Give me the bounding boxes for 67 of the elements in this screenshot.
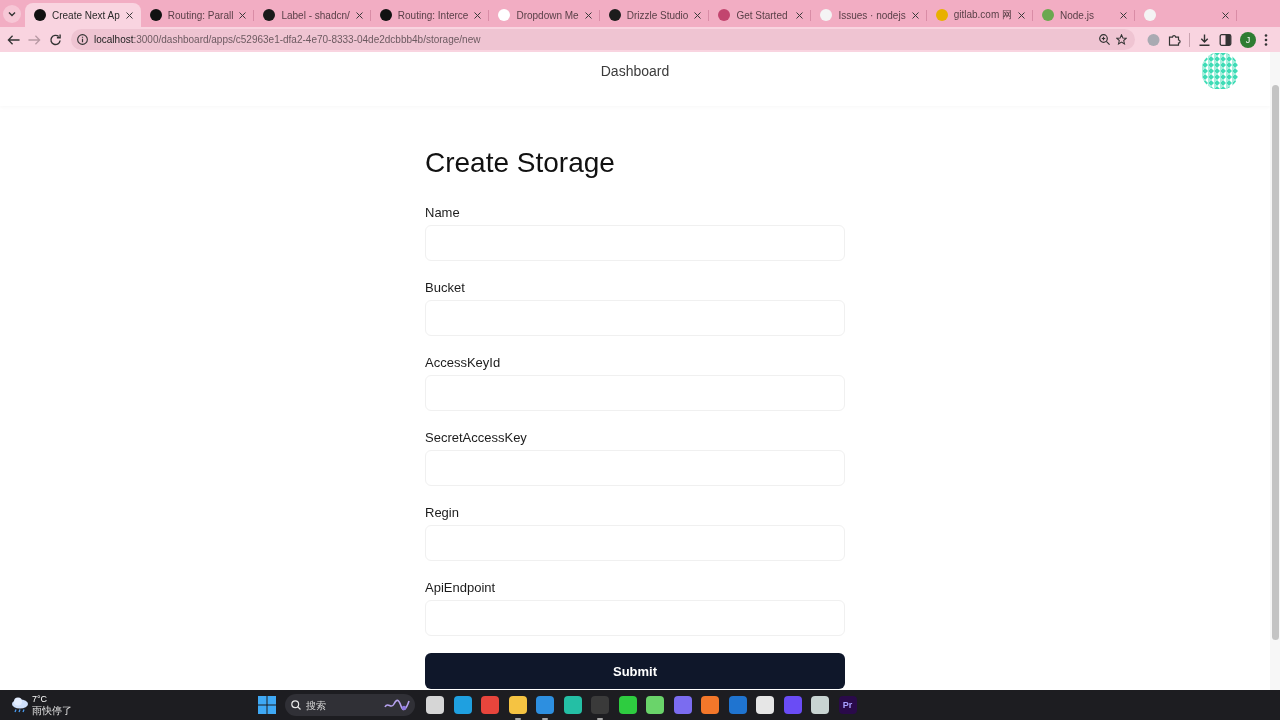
windows-start-icon[interactable] (258, 696, 276, 714)
app-tile-icon[interactable] (673, 696, 692, 714)
app-tile-icon[interactable] (811, 696, 829, 714)
close-icon[interactable] (911, 11, 919, 19)
app-tile-icon[interactable] (426, 696, 444, 714)
field-label: Regin (425, 504, 459, 522)
app-tile-icon[interactable] (783, 696, 802, 714)
more-menu-icon[interactable] (1264, 33, 1268, 46)
browser-tab[interactable]: Drizzle Studio (599, 3, 710, 27)
submit-button[interactable]: Submit (425, 653, 845, 689)
app-tile-icon[interactable] (481, 696, 499, 714)
app-tile-icon[interactable] (618, 696, 637, 714)
field-label: Name (425, 204, 460, 222)
app-tile-icon[interactable] (536, 696, 554, 714)
tab-search-icon[interactable] (3, 5, 21, 23)
reload-icon[interactable] (49, 33, 62, 46)
close-icon[interactable] (239, 11, 247, 19)
header-title: Dashboard (600, 63, 670, 79)
browser-tab[interactable]: Issues · nodejs (811, 3, 927, 27)
close-icon[interactable] (796, 11, 804, 19)
zoom-icon[interactable] (1099, 34, 1110, 45)
app-tile-icon[interactable] (591, 696, 609, 714)
browser-tab[interactable]: Node.js (1033, 3, 1135, 27)
page-title: Create Storage (425, 146, 616, 180)
app-tile-icon[interactable] (508, 696, 527, 714)
address-bar[interactable]: localhost:3000/dashboard/apps/c52963e1-dfa2-4e70-8333-04de2dcbbb4b/storage/new (71, 29, 1135, 50)
field-label: AccessKeyId (425, 354, 501, 372)
scrollbar-thumb[interactable] (1271, 85, 1279, 640)
browser-tab[interactable]: Routing: Interce (370, 3, 490, 27)
download-icon[interactable] (1198, 33, 1211, 46)
taskbar-app-button[interactable]: Pr (838, 696, 857, 714)
browser-tab[interactable]: Get Started (709, 3, 812, 27)
browser-tab[interactable]: Routing: Parall (140, 3, 255, 27)
app-tile-icon[interactable] (563, 696, 582, 714)
app-tile-icon[interactable] (453, 696, 472, 714)
search-field[interactable]: 搜索 (285, 694, 415, 716)
app-tile-icon[interactable] (701, 696, 719, 714)
browser-tab[interactable]: Dropdown Me (489, 3, 600, 27)
close-icon[interactable] (355, 11, 363, 19)
field-label: Bucket (425, 279, 465, 297)
close-icon[interactable] (1018, 11, 1025, 19)
weather-condition-text: 雨快停了 (32, 704, 72, 717)
browser-tab[interactable]: gitlab.com 网 (926, 3, 1033, 27)
field-label: ApiEndpoint (425, 579, 496, 597)
search-highlight-icon (384, 698, 410, 712)
field-label: SecretAccessKey (425, 429, 527, 447)
close-icon[interactable] (1222, 11, 1229, 19)
browser-tab[interactable]: Label - shadcn/ (254, 3, 371, 27)
app-tile-icon[interactable] (728, 696, 747, 714)
bookmark-star-icon[interactable] (1116, 34, 1127, 45)
search-icon (291, 700, 301, 710)
site-info-icon[interactable] (77, 34, 88, 45)
close-icon[interactable] (125, 11, 133, 19)
close-icon[interactable] (584, 11, 592, 19)
puzzle-icon[interactable] (1168, 33, 1181, 46)
side-panel-icon[interactable] (1219, 33, 1232, 46)
app-tile-icon[interactable] (646, 696, 664, 714)
cloud-rain-icon (11, 697, 29, 713)
close-icon[interactable] (474, 11, 482, 19)
close-icon[interactable] (694, 11, 702, 19)
app-tile-icon[interactable] (756, 696, 774, 714)
browser-tab[interactable]: Create Next Ap (25, 3, 141, 27)
close-icon[interactable] (1120, 11, 1127, 19)
scrollbar-track[interactable] (1270, 52, 1280, 690)
back-arrow-icon[interactable] (7, 33, 20, 46)
temperature-text: 7°C (32, 693, 49, 705)
profile-button[interactable]: J (1240, 31, 1256, 48)
